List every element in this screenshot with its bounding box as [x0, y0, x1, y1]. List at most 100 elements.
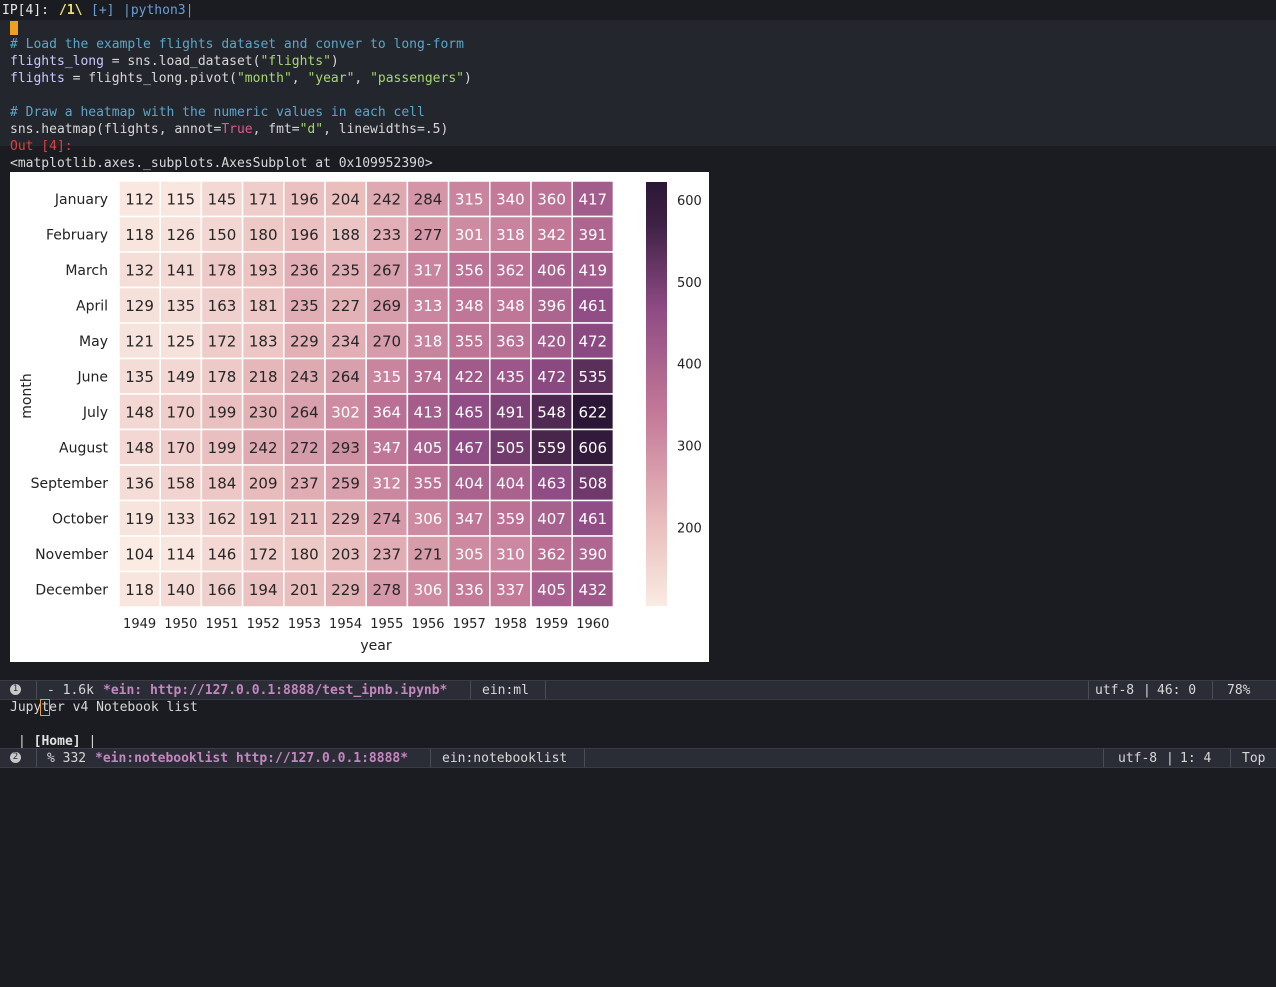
- y-axis-label: month: [19, 373, 35, 418]
- y-tick-label: September: [31, 476, 109, 492]
- y-tick-label: June: [77, 369, 109, 385]
- cell-value-label: 559: [537, 439, 566, 457]
- code-var-flights: flights: [10, 71, 65, 86]
- cell-value-label: 242: [249, 439, 278, 457]
- x-tick-label: 1953: [288, 617, 321, 632]
- cell-value-label: 467: [455, 439, 484, 457]
- code-string: "passengers": [370, 71, 464, 86]
- y-tick-label: May: [79, 334, 108, 350]
- cell-value-label: 359: [496, 510, 525, 528]
- cell-value-label: 318: [414, 332, 443, 350]
- cell-value-label: 237: [290, 474, 319, 492]
- x-tick-label: 1949: [123, 617, 156, 632]
- window-number-1-icon: 1: [10, 684, 21, 695]
- code-line-load-dataset: flights_long = sns.load_dataset("flights…: [10, 53, 339, 70]
- text-cursor: t: [40, 699, 51, 716]
- cell-value-label: 264: [331, 368, 360, 386]
- cell-value-label: 606: [578, 439, 607, 457]
- cell-value-label: 209: [249, 474, 278, 492]
- x-tick-label: 1955: [370, 617, 403, 632]
- cell-value-label: 342: [537, 226, 566, 244]
- cell-value-label: 360: [537, 190, 566, 208]
- mode-line-divider: [1212, 681, 1213, 699]
- notebook-list-title: Jupyter v4 Notebook list: [10, 699, 198, 716]
- cell-value-label: 259: [331, 474, 360, 492]
- cell-value-label: 191: [249, 510, 278, 528]
- cell-value-label: 390: [578, 545, 607, 563]
- cell-value-label: 535: [578, 368, 607, 386]
- colorbar: [646, 182, 667, 606]
- tab-prefix: IP[4]:: [2, 3, 49, 18]
- tab-active-worksheet[interactable]: /1\: [59, 2, 82, 19]
- cell-value-label: 301: [455, 226, 484, 244]
- x-tick-label: 1958: [494, 617, 527, 632]
- kernel-name-label[interactable]: |python3|: [123, 2, 193, 19]
- encoding: utf-8: [1118, 751, 1158, 766]
- mode-line-divider: [1230, 749, 1231, 767]
- cell-value-label: 118: [125, 581, 154, 599]
- code-line-pivot: flights = flights_long.pivot("month", "y…: [10, 70, 472, 87]
- x-tick-label: 1956: [411, 617, 444, 632]
- cell-value-label: 277: [414, 226, 443, 244]
- cell-value-label: 243: [290, 368, 319, 386]
- cell-value-label: 318: [496, 226, 525, 244]
- cell-value-label: 181: [249, 297, 278, 315]
- cell-value-label: 135: [166, 297, 195, 315]
- separator: |: [80, 734, 97, 749]
- cell-value-label: 163: [208, 297, 237, 315]
- cell-value-label: 119: [125, 510, 154, 528]
- y-tick-label: March: [65, 263, 108, 279]
- colorbar-tick-label: 400: [677, 358, 702, 373]
- cell-value-label: 194: [249, 581, 278, 599]
- mode-line-divider: [470, 681, 471, 699]
- x-tick-labels: 1949 1950 1951 1952 1953 1954 1955 1956 1957 1958…: [123, 617, 609, 632]
- y-tick-label: January: [54, 192, 108, 208]
- x-tick-label: 1951: [205, 617, 238, 632]
- cell-value-label: 178: [208, 368, 237, 386]
- cell-value-label: 404: [455, 474, 484, 492]
- cell-value-label: 148: [125, 439, 154, 457]
- cell-value-label: 196: [290, 226, 319, 244]
- cell-value-label: 406: [537, 261, 566, 279]
- cell-value-label: 199: [208, 439, 237, 457]
- home-link[interactable]: [Home]: [34, 734, 81, 749]
- cell-value-label: 305: [455, 545, 484, 563]
- cell-value-label: 420: [537, 332, 566, 350]
- cell-value-label: 233: [372, 226, 401, 244]
- cell-value-label: 337: [496, 581, 525, 599]
- cell-value-label: 315: [455, 190, 484, 208]
- major-mode[interactable]: ein:notebooklist: [442, 750, 567, 767]
- y-tick-label: November: [35, 547, 108, 563]
- cell-value-label: 548: [537, 403, 566, 421]
- cell-value-label: 435: [496, 368, 525, 386]
- major-mode[interactable]: ein:ml: [482, 682, 529, 699]
- cell-value-label: 419: [578, 261, 607, 279]
- cell-value-label: 348: [455, 297, 484, 315]
- scroll-percent: 78%: [1227, 683, 1251, 698]
- heatmap-cells: 112 115 145 171 196 204 242 284 315 340 360 417 118 1…: [118, 180, 615, 608]
- add-tab-button[interactable]: [+]: [91, 2, 114, 19]
- cell-value-label: 114: [166, 545, 195, 563]
- x-tick-label: 1957: [453, 617, 486, 632]
- x-tick-label: 1952: [247, 617, 280, 632]
- cell-value-label: 407: [537, 510, 566, 528]
- output-prompt-label: Out [4]:: [10, 139, 73, 154]
- cell-value-label: 112: [125, 190, 154, 208]
- y-tick-label: July: [82, 405, 108, 421]
- cell-value-label: 150: [208, 226, 237, 244]
- cell-value-label: 269: [372, 297, 401, 315]
- code-string: "year": [307, 71, 355, 86]
- cell-value-label: 362: [496, 261, 525, 279]
- cell-value-label: 141: [166, 261, 195, 279]
- buffer-status: - 1.6k: [47, 683, 94, 698]
- cell-value-label: 278: [372, 581, 401, 599]
- cell-value-label: 508: [578, 474, 607, 492]
- code-line-heatmap: sns.heatmap(flights, annot=True, fmt="d"…: [10, 121, 448, 138]
- buffer-name[interactable]: *ein: http://127.0.0.1:8888/test_ipnb.ip…: [103, 682, 447, 699]
- cell-value-label: 125: [166, 332, 195, 350]
- cell-value-label: 362: [537, 545, 566, 563]
- buffer-name[interactable]: *ein:notebooklist http://127.0.0.1:8888*: [95, 750, 408, 767]
- cursor-position: 46: 0: [1157, 683, 1197, 698]
- cell-value-label: 306: [414, 581, 443, 599]
- cell-value-label: 236: [290, 261, 319, 279]
